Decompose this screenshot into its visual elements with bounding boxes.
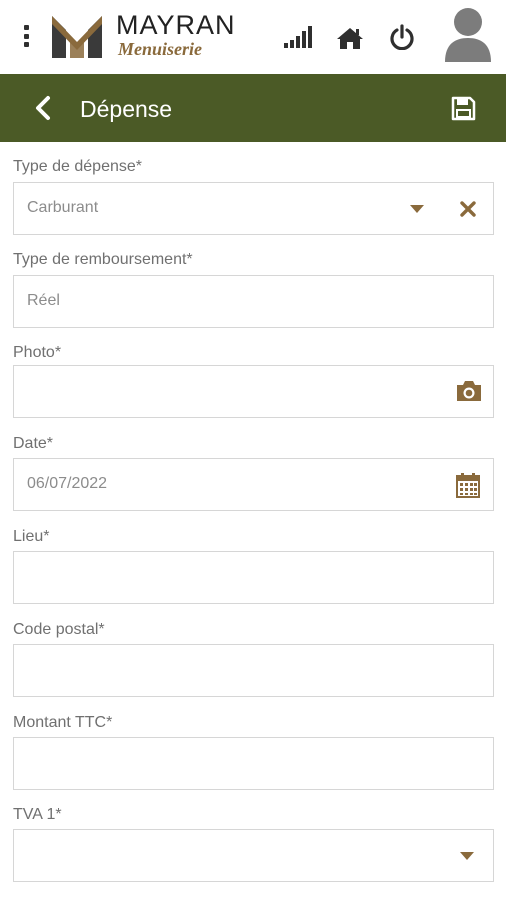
signal-icon[interactable]: [284, 26, 314, 48]
calendar-icon[interactable]: [456, 472, 480, 498]
type-remboursement-label: Type de remboursement*: [13, 251, 193, 268]
date-label: Date*: [13, 435, 54, 452]
code-postal-label: Code postal*: [13, 621, 105, 638]
montant-ttc-label: Montant TTC*: [13, 714, 113, 731]
type-remboursement-value: Réel: [27, 292, 60, 309]
user-avatar-icon[interactable]: [443, 6, 493, 62]
tva1-label: TVA 1*: [13, 806, 62, 823]
brand-name: MAYRAN: [116, 10, 236, 40]
caret-down-icon[interactable]: [410, 205, 424, 213]
chevron-left-icon[interactable]: [33, 95, 53, 121]
clear-icon[interactable]: [460, 201, 476, 217]
power-icon[interactable]: [389, 24, 415, 50]
camera-icon[interactable]: [455, 379, 483, 403]
photo-field[interactable]: [13, 365, 494, 418]
date-field[interactable]: 06/07/2022: [13, 458, 494, 511]
logo-icon: [52, 16, 102, 58]
photo-label: Photo*: [13, 344, 62, 361]
type-depense-label: Type de dépense*: [13, 158, 142, 175]
date-value: 06/07/2022: [27, 475, 108, 492]
title-bar: [0, 74, 506, 142]
menu-icon[interactable]: [22, 25, 30, 47]
type-depense-value: Carburant: [27, 199, 99, 216]
page-title: Dépense: [80, 96, 173, 122]
caret-down-icon[interactable]: [460, 852, 474, 860]
home-icon[interactable]: [336, 26, 364, 50]
lieu-label: Lieu*: [13, 528, 50, 545]
type-remboursement-field[interactable]: Réel: [13, 275, 494, 328]
tva1-select[interactable]: [13, 829, 494, 882]
code-postal-input[interactable]: [13, 644, 494, 697]
brand-subtitle: Menuiserie: [118, 39, 203, 59]
lieu-input[interactable]: [13, 551, 494, 604]
app-header: MAYRAN Menuiserie: [0, 0, 506, 74]
montant-ttc-input[interactable]: [13, 737, 494, 790]
save-icon[interactable]: [451, 96, 476, 121]
type-depense-select[interactable]: Carburant: [13, 182, 494, 235]
